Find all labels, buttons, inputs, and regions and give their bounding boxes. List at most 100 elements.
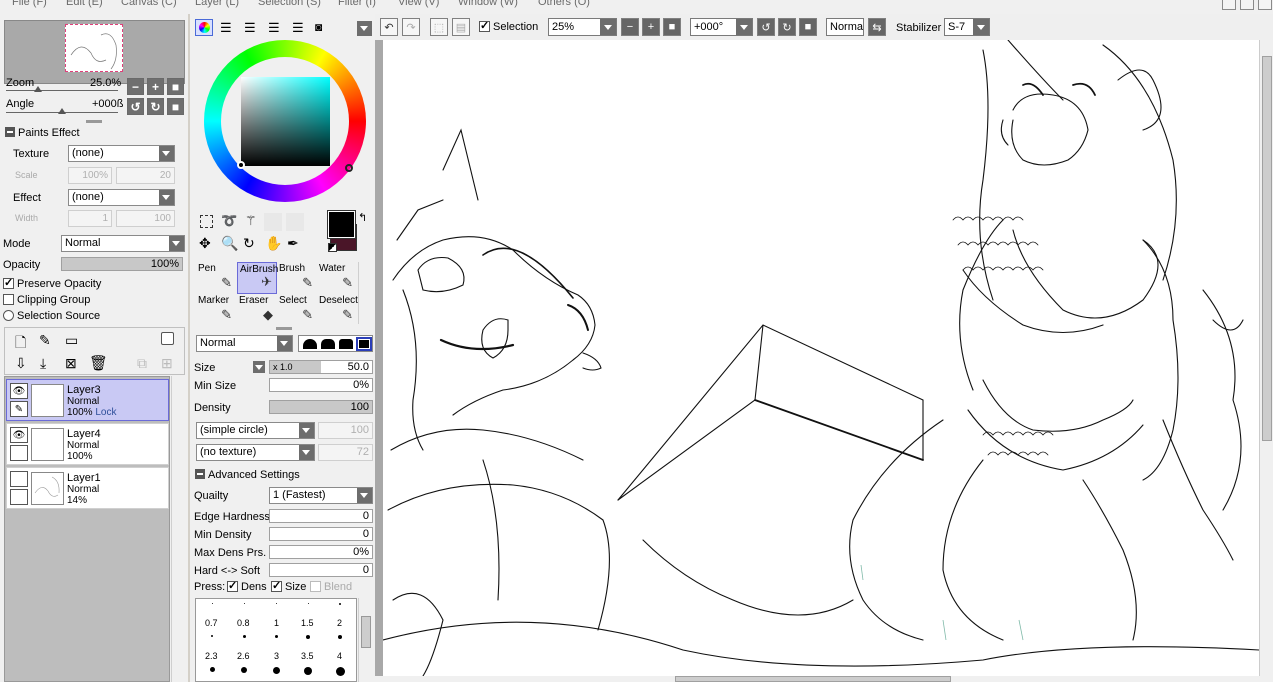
soft-edge-icon[interactable]: [303, 339, 317, 349]
zoom-in-button[interactable]: +: [147, 78, 164, 95]
rgb-sliders-icon[interactable]: ☰: [220, 20, 232, 36]
selection-source-radio[interactable]: Selection Source: [3, 310, 100, 322]
toolbar-zoom-in-button[interactable]: +: [642, 18, 660, 36]
brush-size-cell[interactable]: [196, 633, 228, 652]
color-wheel-tab[interactable]: [195, 19, 213, 36]
eye-icon[interactable]: 👁: [10, 427, 28, 443]
eye-icon[interactable]: 👁: [10, 383, 28, 399]
layer-list-scrollbar[interactable]: [171, 376, 185, 682]
brush-size-cell[interactable]: [292, 665, 324, 682]
menu-selection[interactable]: Selection (S): [258, 0, 321, 8]
tool-pen[interactable]: Pen ✎: [196, 262, 236, 294]
lasso-icon[interactable]: ➰: [221, 213, 237, 229]
rotate-ccw-button[interactable]: ↺: [127, 98, 144, 115]
effect-select[interactable]: (none): [68, 189, 175, 206]
menu-layer[interactable]: Layer (L): [195, 0, 239, 8]
tool-brush[interactable]: Brush ✎: [277, 262, 317, 294]
edge-hardness-slider[interactable]: 0: [269, 509, 373, 523]
brush-shape-select[interactable]: (simple circle): [196, 422, 315, 439]
rotate-tool-icon[interactable]: ↻: [243, 235, 255, 252]
layer-row-layer1[interactable]: Layer1 Normal 14%: [6, 467, 169, 509]
selection-checkbox[interactable]: Selection: [479, 19, 538, 33]
brush-size-cell[interactable]: [228, 633, 260, 652]
min-size-slider[interactable]: 0%: [269, 378, 373, 392]
rect-select-icon[interactable]: [200, 215, 213, 228]
merge-down-icon[interactable]: ⤓: [40, 355, 46, 372]
swap-colors-icon[interactable]: ↰: [358, 211, 367, 224]
magic-wand-icon[interactable]: ⚚: [245, 213, 257, 229]
empty-toggle[interactable]: [10, 445, 28, 461]
scroll-thumb[interactable]: [675, 676, 951, 682]
panel-splitter[interactable]: [86, 120, 102, 123]
brush-size-cell[interactable]: [324, 665, 356, 682]
layer-row-layer4[interactable]: 👁 Layer4 Normal 100%: [6, 423, 169, 465]
canvas-horizontal-scrollbar[interactable]: [375, 676, 1273, 682]
min-density-slider[interactable]: 0: [269, 527, 373, 541]
brush-blend-select[interactable]: Normal: [196, 335, 293, 352]
menu-edit[interactable]: Edit (E): [66, 0, 103, 8]
tool-select[interactable]: Select ✎: [277, 294, 317, 326]
view-mode-select[interactable]: Normal: [826, 18, 864, 36]
swatches-icon[interactable]: ☰: [268, 20, 280, 36]
layer-mode-select[interactable]: Normal: [61, 235, 185, 252]
zoom-tool-icon[interactable]: 🔍: [221, 235, 238, 252]
zoom-slider[interactable]: [6, 90, 118, 91]
opacity-slider[interactable]: 100%: [61, 257, 183, 271]
hard-soft-slider[interactable]: 0: [269, 563, 373, 577]
brush-icon[interactable]: ✎: [10, 401, 28, 417]
panel-splitter[interactable]: [276, 327, 292, 330]
reset-colors-icon[interactable]: [328, 243, 337, 252]
invert-selection-button[interactable]: ▤: [452, 18, 470, 36]
zoom-select[interactable]: 25%: [548, 18, 617, 36]
press-dens-checkbox[interactable]: Dens: [227, 579, 267, 593]
rotate-reset-toolbar-button[interactable]: ■: [799, 18, 817, 36]
rotate-reset-button[interactable]: ■: [167, 98, 184, 115]
rotate-cw-toolbar-button[interactable]: ↻: [778, 18, 796, 36]
press-size-checkbox[interactable]: Size: [271, 579, 306, 593]
zoom-out-button[interactable]: −: [127, 78, 144, 95]
new-folder-icon[interactable]: ▭: [65, 332, 78, 349]
advanced-settings-header[interactable]: Advanced Settings: [195, 469, 300, 481]
flip-horizontal-button[interactable]: ⇆: [868, 18, 886, 36]
tool-marker[interactable]: Marker ✎: [196, 294, 236, 326]
hand-icon[interactable]: ✋: [265, 235, 282, 252]
rotate-cw-button[interactable]: ↻: [147, 98, 164, 115]
brush-size-cell[interactable]: [196, 665, 228, 682]
menu-filter[interactable]: Filter (I): [338, 0, 376, 8]
size-mult-dropdown[interactable]: [253, 361, 265, 373]
texture-select[interactable]: (none): [68, 145, 175, 162]
clear-layer-icon[interactable]: ⊠: [65, 355, 77, 372]
hidden-eye-toggle[interactable]: [10, 471, 28, 487]
clipping-group-checkbox[interactable]: Clipping Group: [3, 294, 90, 306]
zoom-reset-button[interactable]: ■: [167, 78, 184, 95]
maximize-button[interactable]: [1240, 0, 1254, 10]
canvas-vertical-scrollbar[interactable]: [1259, 40, 1273, 676]
close-window-button[interactable]: [1258, 0, 1272, 10]
tool-airbrush[interactable]: AirBrush ✈: [237, 262, 278, 294]
toolbar-zoom-out-button[interactable]: −: [621, 18, 639, 36]
medium-edge-icon[interactable]: [321, 339, 335, 349]
layer-mask-icon[interactable]: [161, 332, 174, 345]
panel-menu-button[interactable]: [357, 21, 372, 36]
redo-button[interactable]: ↷: [402, 18, 420, 36]
menu-file[interactable]: File (F): [12, 0, 47, 8]
hsv-sliders-icon[interactable]: ☰: [244, 20, 256, 36]
move-icon[interactable]: ✥: [199, 235, 211, 252]
scroll-thumb[interactable]: [361, 616, 371, 648]
transfer-down-icon[interactable]: ⇩: [15, 355, 27, 372]
foreground-color-swatch[interactable]: [327, 210, 356, 239]
brush-size-cell[interactable]: [292, 633, 324, 652]
trash-icon[interactable]: 🗑: [89, 354, 108, 372]
tool-water[interactable]: Water ✎: [317, 262, 357, 294]
toolbar-zoom-reset-button[interactable]: ■: [663, 18, 681, 36]
hardest-edge-icon[interactable]: [356, 337, 372, 351]
brush-size-scrollbar[interactable]: [358, 598, 372, 682]
brush-size-cell[interactable]: [324, 633, 356, 652]
layer-row-layer3[interactable]: 👁 ✎ Layer3 Normal 100% Lock: [6, 379, 169, 421]
zoom-slider-handle[interactable]: [34, 86, 42, 92]
saturation-value-square[interactable]: [241, 77, 330, 166]
tool-deselect[interactable]: Deselect ✎: [317, 294, 358, 326]
rotate-ccw-toolbar-button[interactable]: ↺: [757, 18, 775, 36]
menu-canvas[interactable]: Canvas (C): [121, 0, 177, 8]
drawing-canvas[interactable]: [383, 40, 1259, 676]
